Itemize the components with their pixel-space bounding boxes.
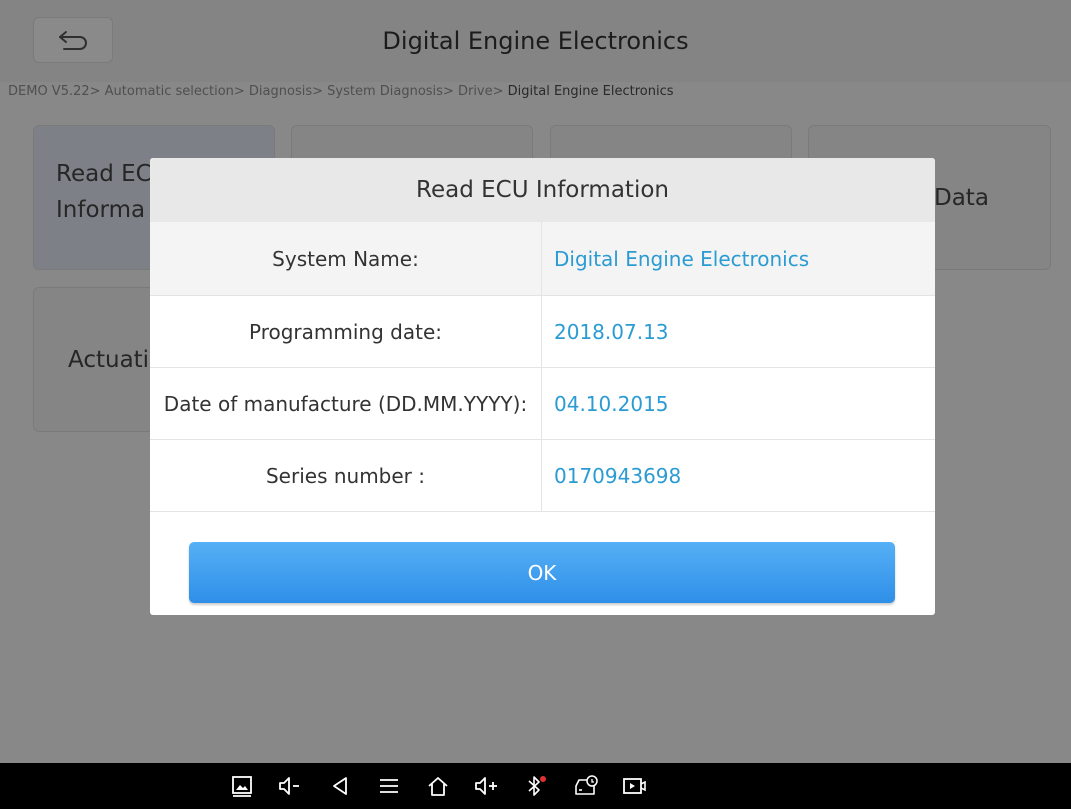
back-icon[interactable] [326, 772, 354, 800]
info-row-series-number: Series number : 0170943698 [150, 440, 935, 512]
info-label: Date of manufacture (DD.MM.YYYY): [150, 368, 542, 439]
info-label: Programming date: [150, 296, 542, 367]
info-value: 04.10.2015 [554, 391, 669, 416]
info-value: Digital Engine Electronics [554, 246, 810, 271]
info-value: 2018.07.13 [554, 319, 669, 344]
dialog-title: Read ECU Information [150, 158, 935, 222]
vci-car-icon[interactable] [572, 772, 600, 800]
screen-record-icon[interactable] [621, 772, 649, 800]
info-row-manufacture-date: Date of manufacture (DD.MM.YYYY): 04.10.… [150, 368, 935, 440]
system-nav-bar [0, 763, 1071, 809]
info-row-programming-date: Programming date: 2018.07.13 [150, 296, 935, 368]
bluetooth-icon[interactable] [522, 772, 550, 800]
ecu-info-dialog: Read ECU Information System Name: Digita… [150, 158, 935, 615]
volume-down-icon[interactable] [276, 772, 304, 800]
info-label: System Name: [150, 222, 542, 295]
screenshot-icon[interactable] [228, 772, 256, 800]
info-label: Series number : [150, 440, 542, 511]
home-icon[interactable] [424, 772, 452, 800]
info-row-system-name: System Name: Digital Engine Electronics [150, 222, 935, 296]
menu-icon[interactable] [375, 772, 403, 800]
volume-up-icon[interactable] [473, 772, 501, 800]
info-value: 0170943698 [554, 463, 682, 488]
ok-button[interactable]: OK [189, 542, 895, 603]
